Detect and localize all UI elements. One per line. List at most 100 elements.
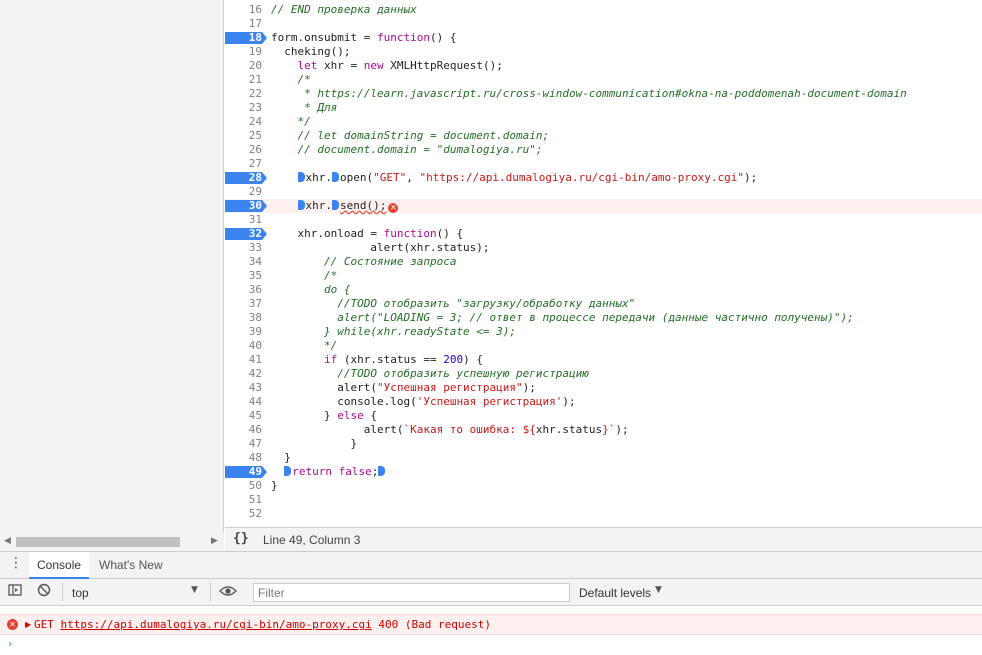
code-line[interactable]: 39 } while(xhr.readyState <= 3); xyxy=(225,325,982,339)
line-number[interactable]: 16 xyxy=(225,3,264,17)
line-number[interactable]: 21 xyxy=(225,73,264,87)
inline-breakpoint-marker[interactable] xyxy=(378,466,386,476)
inline-breakpoint-marker[interactable] xyxy=(332,172,339,182)
line-number[interactable]: 31 xyxy=(225,213,264,227)
line-number[interactable]: 23 xyxy=(225,101,264,115)
line-number[interactable]: 22 xyxy=(225,87,264,101)
code-line[interactable]: 20 let xhr = new XMLHttpRequest(); xyxy=(225,59,982,73)
line-number[interactable]: 35 xyxy=(225,269,264,283)
code-line[interactable]: 45 } else { xyxy=(225,409,982,423)
line-number[interactable]: 37 xyxy=(225,297,264,311)
tab-whats-new[interactable]: What's New xyxy=(91,552,171,579)
navigator-horizontal-scrollbar[interactable]: ◀ ▶ xyxy=(0,533,224,551)
line-number[interactable]: 50 xyxy=(225,479,264,493)
error-icon[interactable]: ✕ xyxy=(388,203,399,213)
request-url-link[interactable]: https://api.dumalogiya.ru/cgi-bin/amo-pr… xyxy=(61,618,372,631)
code-line[interactable]: 17 xyxy=(225,17,982,31)
code-line[interactable]: 38 alert("LOADING = 3; // ответ в процес… xyxy=(225,311,982,325)
code-line[interactable]: 21 /* xyxy=(225,73,982,87)
clear-console-icon[interactable] xyxy=(37,583,51,601)
code-line[interactable]: 22 * https://learn.javascript.ru/cross-w… xyxy=(225,87,982,101)
scrollbar-thumb[interactable] xyxy=(16,537,180,547)
code-line[interactable]: 48 } xyxy=(225,451,982,465)
code-line[interactable]: 51 xyxy=(225,493,982,507)
expand-triangle-icon[interactable]: ▶ xyxy=(25,615,31,634)
eye-icon[interactable] xyxy=(219,584,237,602)
line-number[interactable]: 51 xyxy=(225,493,264,507)
code-editor[interactable]: 16 // END проверка данных 17 18 form.onsubmi… xyxy=(225,0,982,527)
code-line[interactable]: 25 // let domainString = document.domain… xyxy=(225,129,982,143)
line-number[interactable]: 45 xyxy=(225,409,264,423)
chevron-down-icon[interactable]: ▼ xyxy=(655,585,662,595)
line-number[interactable]: 47 xyxy=(225,437,264,451)
code-line[interactable]: 52 xyxy=(225,507,982,521)
log-levels-dropdown[interactable]: Default levels xyxy=(579,586,651,600)
code-line[interactable]: 47 } xyxy=(225,437,982,451)
line-number[interactable]: 29 xyxy=(225,185,264,199)
code-line[interactable]: 44 console.log('Успешная регистрация'); xyxy=(225,395,982,409)
line-number[interactable]: 34 xyxy=(225,255,264,269)
console-prompt-icon[interactable]: › xyxy=(8,637,12,650)
breakpoint-line-number[interactable]: 28 xyxy=(225,171,267,185)
tab-console[interactable]: Console xyxy=(29,552,90,579)
inline-breakpoint-marker[interactable] xyxy=(297,172,305,182)
code-line[interactable]: 46 alert(`Какая то ошибка: ${xhr.status}… xyxy=(225,423,982,437)
line-number[interactable]: 52 xyxy=(225,507,264,521)
code-line[interactable]: 40 */ xyxy=(225,339,982,353)
breakpoint-line-number[interactable]: 49 xyxy=(225,465,267,479)
breakpoint-line-number[interactable]: 32 xyxy=(225,227,267,241)
console-error-message[interactable]: ✕ ▶ GET https://api.dumalogiya.ru/cgi-bi… xyxy=(0,614,982,635)
line-number[interactable]: 38 xyxy=(225,311,264,325)
code-line[interactable]: 28 xhr. open("GET", "https://api.dumalogi… xyxy=(225,171,982,185)
code-line[interactable]: 37 //TODO отобразить "загрузку/обработку… xyxy=(225,297,982,311)
line-number[interactable]: 26 xyxy=(225,143,264,157)
breakpoint-line-number[interactable]: 30 xyxy=(225,199,267,213)
line-number[interactable]: 43 xyxy=(225,381,264,395)
code-line[interactable]: 43 alert("Успешная регистрация"); xyxy=(225,381,982,395)
line-number[interactable]: 39 xyxy=(225,325,264,339)
line-number[interactable]: 25 xyxy=(225,129,264,143)
line-number[interactable]: 20 xyxy=(225,59,264,73)
code-line[interactable]: 27 xyxy=(225,157,982,171)
code-line[interactable]: 32 xhr.onload = function() { xyxy=(225,227,982,241)
chevron-down-icon[interactable]: ▼ xyxy=(191,585,198,595)
drawer-menu-icon[interactable]: ⋮ xyxy=(9,555,23,571)
inline-breakpoint-marker[interactable] xyxy=(284,466,292,476)
scroll-right-icon[interactable]: ▶ xyxy=(211,536,218,546)
show-sidebar-icon[interactable] xyxy=(8,583,22,601)
line-number[interactable]: 17 xyxy=(225,17,264,31)
code-line[interactable]: 35 /* xyxy=(225,269,982,283)
line-number[interactable]: 41 xyxy=(225,353,264,367)
line-number[interactable]: 42 xyxy=(225,367,264,381)
filter-input[interactable] xyxy=(253,583,570,602)
line-number[interactable]: 46 xyxy=(225,423,264,437)
code-line[interactable]: 24 */ xyxy=(225,115,982,129)
code-line[interactable]: 18 form.onsubmit = function() { xyxy=(225,31,982,45)
line-number[interactable]: 24 xyxy=(225,115,264,129)
code-line[interactable]: 34 // Состояние запроса xyxy=(225,255,982,269)
code-line[interactable]: 30 xhr. send(); ✕ xyxy=(225,199,982,213)
code-line[interactable]: 31 xyxy=(225,213,982,227)
code-line[interactable]: 23 * Для xyxy=(225,101,982,115)
code-line[interactable]: 42 //TODO отобразить успешную регистраци… xyxy=(225,367,982,381)
code-line[interactable]: 19 cheking(); xyxy=(225,45,982,59)
code-line[interactable]: 16 // END проверка данных xyxy=(225,3,982,17)
code-line[interactable]: 33 alert(xhr.status); xyxy=(225,241,982,255)
pretty-print-icon[interactable]: {} xyxy=(233,531,249,546)
scroll-left-icon[interactable]: ◀ xyxy=(4,536,11,546)
code-line[interactable]: 49 return false; xyxy=(225,465,982,479)
line-number[interactable]: 33 xyxy=(225,241,264,255)
line-number[interactable]: 36 xyxy=(225,283,264,297)
code-line[interactable]: 26 // document.domain = "dumalogiya.ru"; xyxy=(225,143,982,157)
inline-breakpoint-marker[interactable] xyxy=(297,200,305,210)
line-number[interactable]: 27 xyxy=(225,157,264,171)
code-line[interactable]: 36 do { xyxy=(225,283,982,297)
context-selector[interactable]: top xyxy=(72,586,89,600)
console-messages[interactable]: ✕ ▶ GET https://api.dumalogiya.ru/cgi-bi… xyxy=(0,606,982,655)
breakpoint-line-number[interactable]: 18 xyxy=(225,31,267,45)
code-line[interactable]: 50} xyxy=(225,479,982,493)
line-number[interactable]: 44 xyxy=(225,395,264,409)
line-number[interactable]: 40 xyxy=(225,339,264,353)
inline-breakpoint-marker[interactable] xyxy=(332,200,339,210)
code-line[interactable]: 41 if (xhr.status == 200) { xyxy=(225,353,982,367)
